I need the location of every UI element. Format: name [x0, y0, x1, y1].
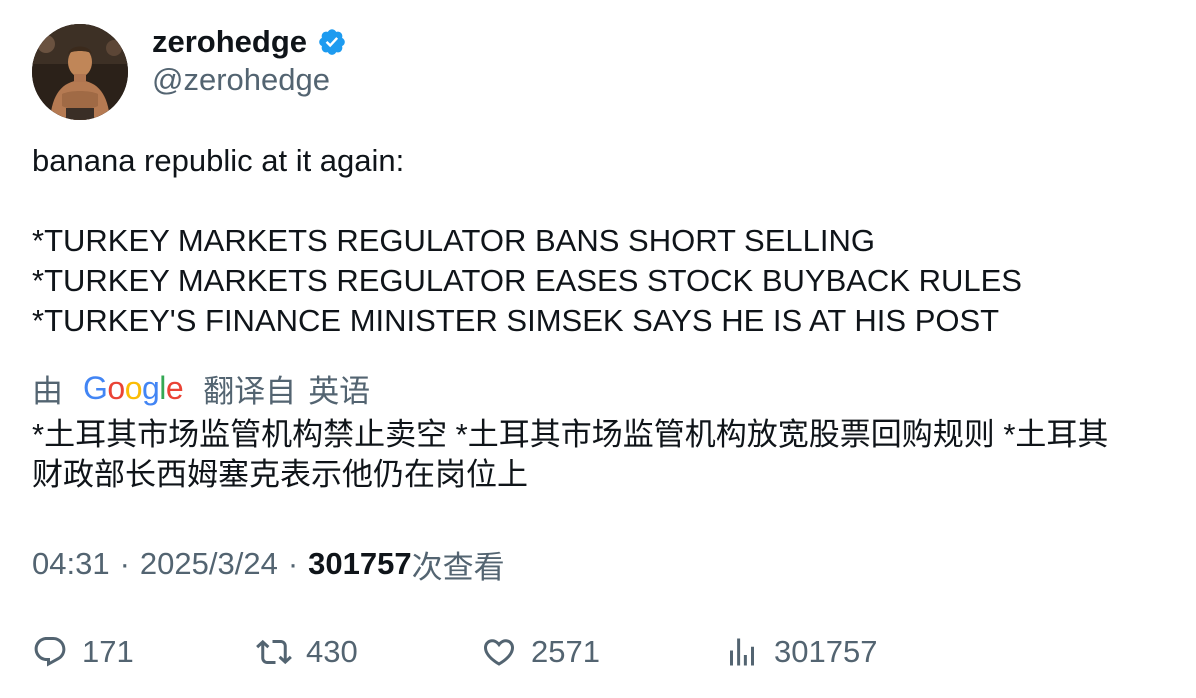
tweet-date[interactable]: 2025/3/24: [140, 546, 278, 582]
tweet-line: banana republic at it again:: [32, 143, 405, 178]
tweet-line: *TURKEY MARKETS REGULATOR EASES STOCK BU…: [32, 263, 1022, 298]
tweet-meta: 04:31 · 2025/3/24 · 301757 次查看: [32, 543, 505, 585]
tweet-line: *TURKEY'S FINANCE MINISTER SIMSEK SAYS H…: [32, 303, 1000, 338]
retweet-count: 430: [306, 634, 358, 669]
heart-icon: [483, 639, 515, 666]
views-action-count: 301757: [774, 634, 878, 669]
author-handle[interactable]: @zerohedge: [152, 62, 330, 98]
views-button[interactable]: 301757: [724, 630, 877, 674]
views-label: 次查看: [411, 549, 505, 585]
tweet-time[interactable]: 04:31: [32, 546, 110, 582]
retweet-button[interactable]: 430: [256, 630, 358, 674]
translated-by-label: 由: [32, 373, 63, 409]
google-logo[interactable]: Google: [83, 370, 184, 407]
tweet-text: banana republic at it again: *TURKEY MAR…: [32, 141, 1162, 341]
like-button[interactable]: 2571: [481, 630, 600, 674]
avatar-image: [32, 24, 128, 120]
reply-icon: [34, 637, 66, 667]
action-bar: 171 430 2571 301757: [32, 630, 1162, 674]
meta-separator: ·: [119, 546, 130, 581]
translation-attribution: 由 Google 翻译自 英语: [32, 366, 370, 410]
analytics-icon: [730, 638, 754, 666]
views-count: 301757: [308, 546, 412, 581]
translated-text: *土耳其市场监管机构禁止卖空 *土耳其市场监管机构放宽股票回购规则 *土耳其 财…: [32, 415, 1162, 495]
translated-line: *土耳其市场监管机构禁止卖空 *土耳其市场监管机构放宽股票回购规则 *土耳其: [32, 417, 1109, 452]
source-language: 英语: [308, 373, 371, 409]
like-count: 2571: [531, 634, 600, 669]
verified-badge-icon[interactable]: [317, 27, 347, 57]
author-name-row: zerohedge: [152, 22, 347, 62]
reply-count: 171: [82, 634, 134, 669]
translated-line: 财政部长西姆塞克表示他仍在岗位上: [32, 457, 528, 492]
retweet-icon: [256, 639, 292, 665]
avatar[interactable]: [32, 24, 128, 120]
translated-from-label: 翻译自: [203, 373, 297, 409]
tweet-line: *TURKEY MARKETS REGULATOR BANS SHORT SEL…: [32, 223, 875, 258]
author-display-name[interactable]: zerohedge: [152, 24, 307, 60]
reply-button[interactable]: 171: [32, 630, 134, 674]
meta-separator: ·: [287, 546, 299, 581]
